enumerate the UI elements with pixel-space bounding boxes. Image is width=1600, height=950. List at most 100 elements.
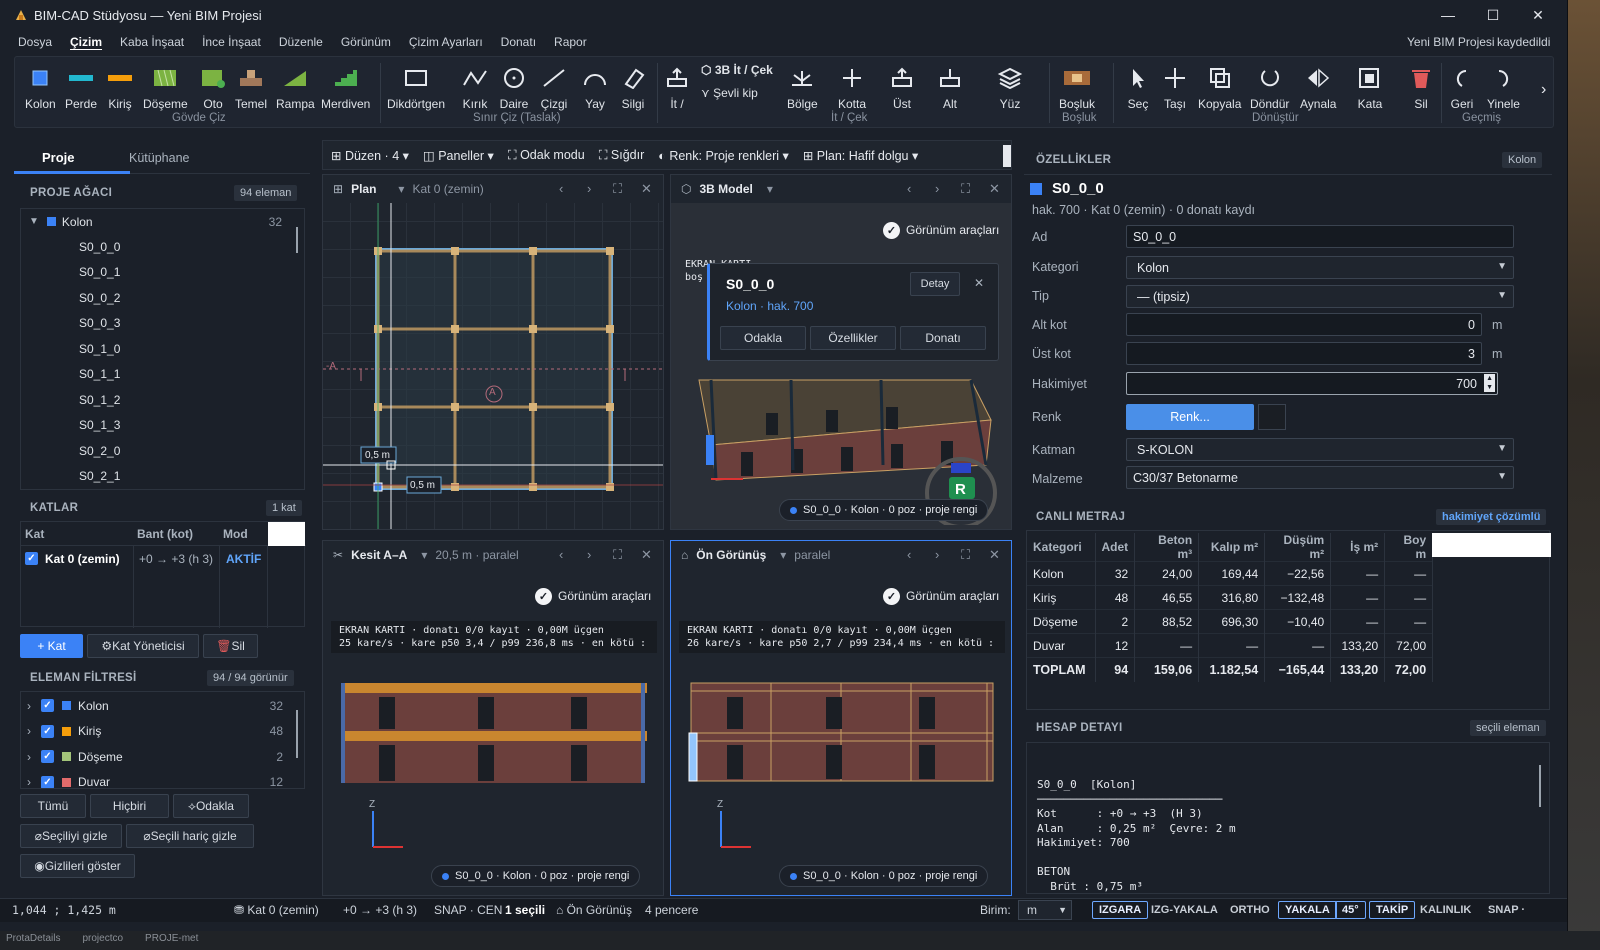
add-floor-button[interactable]: + Kat: [20, 634, 83, 658]
bolge-tool-button[interactable]: Bölge: [787, 63, 818, 111]
perde-tool-button[interactable]: Perde: [65, 63, 97, 111]
dikdortgen-tool-button[interactable]: Dikdörtgen: [387, 63, 445, 111]
menu-rapor[interactable]: Rapor: [545, 35, 596, 49]
angle-45-toggle[interactable]: 45°: [1335, 901, 1366, 919]
selected-3d-column[interactable]: [706, 435, 714, 465]
menu-cizim-ayarlari[interactable]: Çizim Ayarları: [400, 35, 492, 49]
filter-item[interactable]: › ✓ Kolon 32: [21, 693, 291, 718]
menu-donati[interactable]: Donatı: [492, 35, 545, 49]
tree-item[interactable]: S0_2_1: [21, 464, 291, 489]
close-view-icon[interactable]: ✕: [641, 547, 652, 563]
kiris-tool-button[interactable]: Kiriş: [105, 63, 135, 111]
tree-item[interactable]: S0_0_3: [21, 311, 291, 336]
alt-tool-button[interactable]: Alt: [935, 63, 965, 111]
tab-proje[interactable]: Proje: [42, 150, 75, 165]
front-viewport[interactable]: ⌂ Ön Görünüş ▾ paralel ‹ › ⛶ ✕ ✓ Görünüm …: [670, 540, 1012, 896]
focus-button[interactable]: ⟡ Odakla: [173, 794, 249, 818]
show-hidden-button[interactable]: ◉ Gizlileri göster: [20, 854, 135, 878]
close-view-icon[interactable]: ✕: [641, 181, 652, 197]
dominance-spinbox[interactable]: 700 ▲ ▼: [1126, 372, 1498, 395]
ribbon-more-button[interactable]: ›: [1541, 81, 1546, 99]
tree-item[interactable]: S0_1_3: [21, 413, 291, 438]
show-all-button[interactable]: Tümü: [20, 794, 86, 818]
chevron-right-icon[interactable]: ›: [27, 724, 31, 738]
tree-group-kolon[interactable]: ▼ Kolon 32: [21, 209, 304, 234]
popup-detail-button[interactable]: Detay: [910, 272, 960, 296]
top-level-field[interactable]: 3: [1126, 342, 1482, 365]
close-icon[interactable]: ✕: [974, 276, 984, 290]
aynala-tool-button[interactable]: Aynala: [1300, 63, 1336, 111]
chevron-right-icon[interactable]: ›: [27, 775, 31, 788]
calc-scrollbar[interactable]: [1539, 765, 1541, 807]
rampa-tool-button[interactable]: Rampa: [276, 63, 315, 111]
category-select[interactable]: Kolon ▼: [1126, 256, 1514, 279]
yay-tool-button[interactable]: Yay: [580, 63, 610, 111]
it-cek-tool-button[interactable]: İt /: [662, 63, 692, 111]
tree-item[interactable]: S0_0_1: [21, 260, 291, 285]
menu-ince-insaat[interactable]: İnce İnşaat: [193, 35, 270, 49]
redo-button[interactable]: Yinele: [1487, 63, 1520, 111]
prev-arrow-icon[interactable]: ‹: [907, 547, 911, 562]
tree-item[interactable]: S0_0_2: [21, 285, 291, 310]
bottom-level-field[interactable]: 0: [1126, 313, 1482, 336]
chevron-right-icon[interactable]: ›: [27, 750, 31, 764]
menu-kaba-insaat[interactable]: Kaba İnşaat: [111, 35, 193, 49]
filter-scrollbar[interactable]: [296, 710, 298, 758]
lineweight-toggle[interactable]: KALINLIK: [1414, 901, 1477, 919]
tab-kutuphane[interactable]: Kütüphane: [129, 151, 189, 165]
tree-item[interactable]: S0_0_0: [21, 234, 291, 259]
viewport-chevron-icon[interactable]: ▾: [398, 182, 404, 196]
maximize-view-icon[interactable]: ⛶: [613, 547, 622, 563]
view-tools-button[interactable]: ✓ Görünüm araçları: [883, 583, 999, 609]
kolon-tool-button[interactable]: Kolon: [25, 63, 56, 111]
3d-model-viewport[interactable]: ⬡ 3B Model ▾ ‹ › ⛶ ✕ ✓ Görünüm araçları E…: [670, 174, 1012, 530]
tree-item[interactable]: S0_1_0: [21, 336, 291, 361]
filter-checkbox[interactable]: ✓: [41, 724, 54, 738]
popup-focus-button[interactable]: Odakla: [720, 326, 806, 350]
grid-toggle[interactable]: IZGARA: [1092, 901, 1149, 919]
next-arrow-icon[interactable]: ›: [935, 547, 939, 562]
sil-tool-button[interactable]: Sil: [1406, 63, 1436, 111]
color-mode-dropdown[interactable]: ◐ Renk: Proje renkleri ▾: [658, 148, 789, 163]
layer-select[interactable]: S-KOLON ▼: [1126, 438, 1514, 461]
hide-selected-button[interactable]: ⌀ Seçiliyi gizle: [20, 824, 122, 848]
snap-menu-button[interactable]: SNAP ·: [1482, 901, 1531, 919]
filter-item[interactable]: › ✓ Kiriş 48: [21, 719, 291, 744]
menu-cizim[interactable]: Çizim: [61, 35, 111, 49]
name-field[interactable]: S0_0_0: [1126, 225, 1514, 248]
tree-item[interactable]: S0_2_0: [21, 438, 291, 463]
panels-dropdown[interactable]: ◫ Paneller ▾: [423, 148, 494, 163]
maximize-view-icon[interactable]: ⛶: [613, 181, 622, 197]
maximize-view-icon[interactable]: ⛶: [961, 547, 970, 563]
section-viewport[interactable]: ✂ Kesit A–A ▾ 20,5 m · paralel ‹ › ⛶ ✕ ✓…: [322, 540, 664, 896]
taskbar-item[interactable]: ProtaDetails: [6, 933, 60, 944]
floor-visible-checkbox[interactable]: ✓: [25, 552, 38, 565]
viewport-chevron-icon[interactable]: ▾: [767, 182, 773, 196]
grid-snap-toggle[interactable]: IZG-YAKALA: [1145, 901, 1224, 919]
ust-tool-button[interactable]: Üst: [887, 63, 917, 111]
popup-properties-button[interactable]: Özellikler: [810, 326, 896, 350]
filter-item[interactable]: › ✓ Duvar 12: [21, 770, 291, 788]
prev-arrow-icon[interactable]: ‹: [907, 181, 911, 196]
view-tools-button[interactable]: ✓ Görünüm araçları: [883, 217, 999, 243]
menu-dosya[interactable]: Dosya: [9, 35, 61, 49]
next-arrow-icon[interactable]: ›: [935, 181, 939, 196]
selected-front-column[interactable]: [688, 732, 698, 782]
kotta-tool-button[interactable]: Kotta: [837, 63, 867, 111]
spinner-arrows-icon[interactable]: ▲ ▼: [1484, 374, 1495, 392]
unit-select[interactable]: m ▼: [1018, 900, 1072, 920]
temel-tool-button[interactable]: Temel: [235, 63, 267, 111]
oto-tool-button[interactable]: Oto: [198, 63, 228, 111]
minimize-button[interactable]: —: [1425, 4, 1471, 26]
view-tools-button[interactable]: ✓ Görünüm araçları: [535, 583, 651, 609]
delete-floor-button[interactable]: 🗑 Sil: [203, 634, 258, 658]
floor-manager-button[interactable]: ⚙ Kat Yöneticisi: [87, 634, 199, 658]
fit-button[interactable]: ⛶ Sığdır: [599, 148, 645, 163]
kopyala-tool-button[interactable]: Kopyala: [1198, 63, 1241, 111]
menu-duzenle[interactable]: Düzenle: [270, 35, 332, 49]
viewport-chevron-icon[interactable]: ▾: [421, 548, 427, 562]
filter-checkbox[interactable]: ✓: [41, 750, 54, 763]
tracking-toggle[interactable]: TAKİP: [1369, 901, 1416, 919]
kirik-tool-button[interactable]: Kırık: [460, 63, 490, 111]
ortho-toggle[interactable]: ORTHO: [1224, 901, 1276, 919]
